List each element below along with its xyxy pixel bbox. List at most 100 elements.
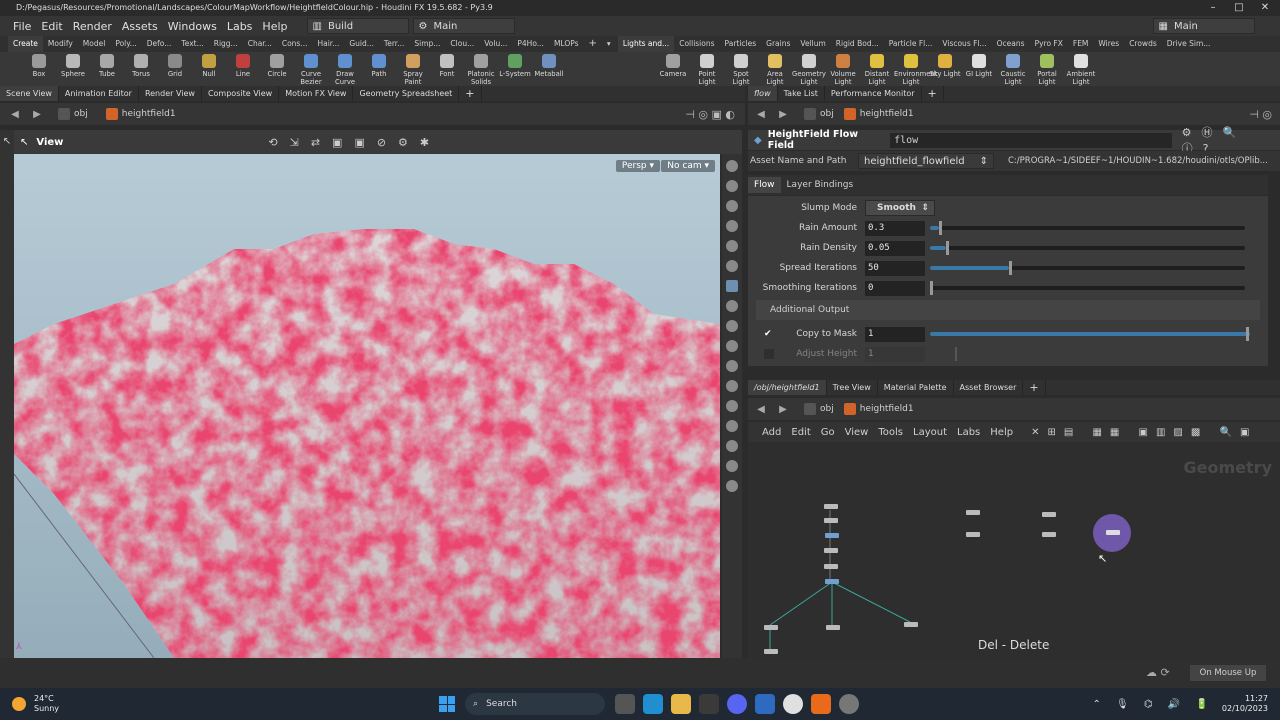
net-menu-layout[interactable]: Layout bbox=[913, 427, 947, 438]
obs-icon[interactable] bbox=[839, 694, 860, 714]
param-slider[interactable] bbox=[930, 221, 1245, 235]
tool-sky-light[interactable]: Sky Light bbox=[928, 52, 962, 86]
tab-layer-bindings[interactable]: Layer Bindings bbox=[781, 177, 860, 193]
path-context[interactable]: obj bbox=[74, 109, 88, 119]
path-node[interactable]: heightfield1 bbox=[860, 109, 914, 119]
add-tab-button[interactable]: + bbox=[922, 86, 944, 101]
path-node[interactable]: heightfield1 bbox=[122, 109, 176, 119]
shelf-tab[interactable]: Drive Sim... bbox=[1162, 36, 1216, 52]
shelf-tab[interactable]: Text... bbox=[176, 36, 208, 52]
tool-spray-paint[interactable]: Spray Paint bbox=[396, 52, 430, 86]
tab-motion-fx-view[interactable]: Motion FX View bbox=[279, 86, 354, 101]
node[interactable] bbox=[904, 622, 918, 627]
tab-flow-params[interactable]: Flow bbox=[748, 177, 781, 193]
maximize-button[interactable]: □ bbox=[1226, 0, 1252, 16]
tool-environment-light[interactable]: Environment Light bbox=[894, 52, 937, 86]
node-heightfield[interactable] bbox=[824, 504, 838, 509]
copy-to-mask-field[interactable]: 1 bbox=[865, 326, 925, 342]
tab-composite-view[interactable]: Composite View bbox=[202, 86, 280, 101]
task-view-icon[interactable] bbox=[615, 694, 636, 714]
node[interactable] bbox=[824, 518, 838, 523]
chrome-icon[interactable] bbox=[783, 694, 804, 714]
forward-arrow-icon[interactable]: ▶ bbox=[30, 109, 44, 120]
tab-performance-monitor[interactable]: Performance Monitor bbox=[825, 86, 922, 101]
tool-spot-light[interactable]: Spot Light bbox=[724, 52, 758, 86]
tab-render-view[interactable]: Render View bbox=[139, 86, 202, 101]
shelf-tab[interactable]: Modify bbox=[43, 36, 78, 52]
tab-asset-browser[interactable]: Asset Browser bbox=[954, 380, 1024, 395]
tool-line[interactable]: Line bbox=[226, 52, 260, 86]
param-field[interactable]: 50 bbox=[865, 260, 925, 276]
tab-flow[interactable]: flow bbox=[748, 86, 778, 101]
minimize-button[interactable]: – bbox=[1200, 0, 1226, 16]
tool-portal-light[interactable]: Portal Light bbox=[1030, 52, 1064, 86]
persp-menu[interactable]: Persp ▾ bbox=[615, 160, 660, 172]
windows-start-icon[interactable] bbox=[439, 696, 456, 712]
tab-material-palette[interactable]: Material Palette bbox=[878, 380, 954, 395]
tool-volume-light[interactable]: Volume Light bbox=[826, 52, 860, 86]
tool-metaball[interactable]: Metaball bbox=[532, 52, 566, 86]
param-slider[interactable] bbox=[930, 261, 1245, 275]
tool-camera[interactable]: Camera bbox=[656, 52, 690, 86]
tab-geometry-spreadsheet[interactable]: Geometry Spreadsheet bbox=[353, 86, 460, 101]
tool-draw-curve[interactable]: Draw Curve bbox=[328, 52, 362, 86]
net-menu-labs[interactable]: Labs bbox=[957, 427, 980, 438]
taskbar-clock[interactable]: 11:27 02/10/2023 bbox=[1222, 694, 1268, 714]
bucket-icon[interactable] bbox=[726, 400, 738, 412]
tool-font[interactable]: Font bbox=[430, 52, 464, 86]
adjust-height-checkbox[interactable] bbox=[764, 349, 774, 359]
node-object-merge[interactable] bbox=[966, 510, 980, 515]
tab-scene-view[interactable]: Scene View bbox=[0, 86, 59, 101]
ghost-icon[interactable] bbox=[726, 300, 738, 312]
shelf-tab[interactable]: Create bbox=[8, 36, 43, 52]
tool-gi-light[interactable]: GI Light bbox=[962, 52, 996, 86]
shelf-tab[interactable]: Defo... bbox=[142, 36, 177, 52]
param-slider[interactable] bbox=[930, 281, 1245, 295]
copy-to-mask-slider[interactable] bbox=[930, 327, 1250, 341]
edge-icon[interactable] bbox=[643, 694, 664, 714]
number-12-icon[interactable] bbox=[726, 380, 738, 392]
snapshot-icon[interactable] bbox=[726, 280, 738, 292]
menu-labs[interactable]: Labs bbox=[222, 20, 258, 33]
stamp-icon[interactable] bbox=[726, 420, 738, 432]
node-name-field[interactable]: flow bbox=[890, 132, 1172, 148]
tool-point-light[interactable]: Point Light bbox=[690, 52, 724, 86]
node-object-merge[interactable] bbox=[1042, 512, 1056, 517]
shading-icon[interactable] bbox=[726, 220, 738, 232]
taskbar-search[interactable]: ⌕ Search bbox=[465, 693, 606, 715]
shelf-tab[interactable]: Lights and... bbox=[617, 36, 675, 52]
tool-caustic-light[interactable]: Caustic Light bbox=[996, 52, 1030, 86]
shelf-tab[interactable]: Cons... bbox=[277, 36, 313, 52]
dot-icon[interactable] bbox=[726, 340, 738, 352]
tab-tree-view[interactable]: Tree View bbox=[827, 380, 878, 395]
menu-windows[interactable]: Windows bbox=[163, 20, 222, 33]
param-field[interactable]: 0.3 bbox=[865, 220, 925, 236]
shelf-tab[interactable]: P4Ho... bbox=[512, 36, 549, 52]
param-slider[interactable] bbox=[930, 241, 1245, 255]
menu-edit[interactable]: Edit bbox=[36, 20, 67, 33]
net-menu-view[interactable]: View bbox=[845, 427, 869, 438]
tool-path[interactable]: Path bbox=[362, 52, 396, 86]
back-arrow-icon[interactable]: ◀ bbox=[754, 109, 768, 120]
tab-obj-heightfield1[interactable]: /obj/heightfield1 bbox=[748, 380, 827, 395]
tray-icons[interactable]: ⌃ 🎙 ⌬ 🔊 🔋 bbox=[1092, 699, 1213, 710]
store-icon[interactable] bbox=[699, 694, 720, 714]
path-node[interactable]: heightfield1 bbox=[860, 404, 914, 414]
shelf-tab[interactable]: Model bbox=[78, 36, 111, 52]
path-context[interactable]: obj bbox=[820, 109, 834, 119]
brush-icon[interactable] bbox=[726, 360, 738, 372]
shelf-tab[interactable]: Grains bbox=[761, 36, 795, 52]
shelf-tab[interactable]: FEM bbox=[1068, 36, 1094, 52]
lock-icon[interactable] bbox=[726, 160, 738, 172]
network-tool-icons[interactable]: ✕⊞▤ ▦▦ ▣▥▨▩ 🔍▣ bbox=[1031, 427, 1257, 438]
tool-curve-bezier[interactable]: Curve Bezier bbox=[294, 52, 328, 86]
tool-grid[interactable]: Grid bbox=[158, 52, 192, 86]
node[interactable] bbox=[826, 625, 840, 630]
tool-lsystem[interactable]: L-System bbox=[498, 52, 532, 86]
forward-arrow-icon[interactable]: ▶ bbox=[776, 404, 790, 415]
headlight-icon[interactable] bbox=[726, 260, 738, 272]
menu-render[interactable]: Render bbox=[68, 20, 117, 33]
tool-tube[interactable]: Tube bbox=[90, 52, 124, 86]
checker-icon[interactable] bbox=[726, 480, 738, 492]
pointer-icon[interactable]: ↖ bbox=[0, 136, 14, 147]
